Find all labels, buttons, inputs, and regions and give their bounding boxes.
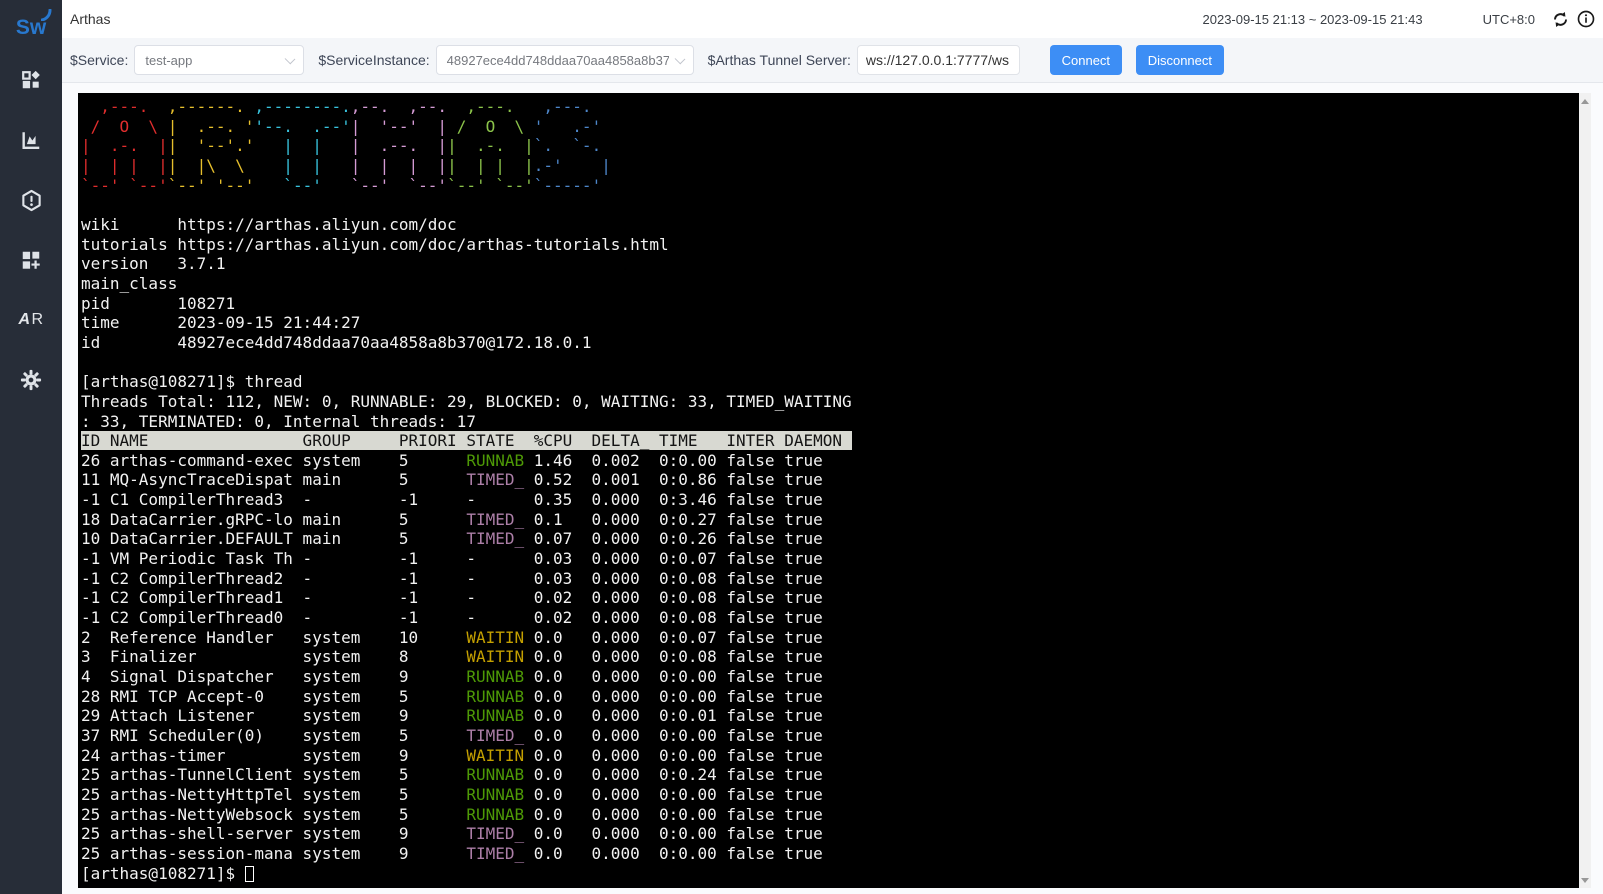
time-range[interactable]: 2023-09-15 21:13 ~ 2023-09-15 21:43 bbox=[1203, 12, 1423, 27]
terminal-line: 26 arthas-command-exec system 5 RUNNAB 1… bbox=[81, 451, 1579, 471]
tunnel-server-label: $Arthas Tunnel Server: bbox=[708, 52, 851, 68]
timezone-label[interactable]: UTC+8:0 bbox=[1483, 12, 1535, 27]
triangle-down-icon bbox=[1581, 878, 1589, 883]
terminal-line: 25 arthas-TunnelClient system 5 RUNNAB 0… bbox=[81, 765, 1579, 785]
service-label: $Service: bbox=[70, 52, 128, 68]
refresh-icon bbox=[1551, 10, 1570, 29]
tunnel-server-input[interactable] bbox=[857, 45, 1020, 75]
page-title: Arthas bbox=[62, 11, 110, 27]
terminal-line: 25 arthas-shell-server system 9 TIMED_ 0… bbox=[81, 824, 1579, 844]
terminal-line: 25 arthas-NettyWebsock system 5 RUNNAB 0… bbox=[81, 805, 1579, 825]
terminal-line: 37 RMI Scheduler(0) system 5 TIMED_ 0.0 … bbox=[81, 726, 1579, 746]
widgets-icon bbox=[20, 249, 42, 271]
terminal-line bbox=[81, 353, 1579, 373]
terminal-line: 18 DataCarrier.gRPC-lo main 5 TIMED_ 0.1… bbox=[81, 510, 1579, 530]
terminal-line: 29 Attach Listener system 9 RUNNAB 0.0 0… bbox=[81, 706, 1579, 726]
main-content: ,---. ,------. ,--------.,--. ,--. ,---.… bbox=[62, 83, 1603, 894]
settings-gear-icon bbox=[20, 369, 42, 391]
terminal-line: 4 Signal Dispatcher system 9 RUNNAB 0.0 … bbox=[81, 667, 1579, 687]
sidebar-item-arthas[interactable]: AR bbox=[0, 300, 62, 340]
terminal-line: 24 arthas-timer system 9 WAITIN 0.0 0.00… bbox=[81, 746, 1579, 766]
terminal-line: wiki https://arthas.aliyun.com/doc bbox=[81, 215, 1579, 235]
skywalking-logo[interactable]: Sw bbox=[0, 0, 62, 56]
alert-icon bbox=[20, 189, 43, 212]
terminal-line: / O \ | .--. ''--. .--'| '--' | / O \ ' … bbox=[81, 117, 1579, 137]
logo-swoosh-icon bbox=[41, 9, 53, 21]
info-icon bbox=[1577, 10, 1595, 28]
terminal-line: Threads Total: 112, NEW: 0, RUNNABLE: 29… bbox=[81, 392, 1579, 412]
sidebar-item-dashboard[interactable] bbox=[0, 60, 62, 100]
topbar-right: 2023-09-15 21:13 ~ 2023-09-15 21:43 UTC+… bbox=[1203, 0, 1598, 38]
terminal-line: 10 DataCarrier.DEFAULT main 5 TIMED_ 0.0… bbox=[81, 529, 1579, 549]
service-select[interactable]: test-app bbox=[134, 45, 304, 75]
chevron-down-icon bbox=[285, 54, 296, 65]
terminal-line: 2 Reference Handler system 10 WAITIN 0.0… bbox=[81, 628, 1579, 648]
app-root: Sw bbox=[0, 0, 1603, 894]
terminal-cursor bbox=[245, 866, 254, 882]
terminal-line: main_class bbox=[81, 274, 1579, 294]
terminal[interactable]: ,---. ,------. ,--------.,--. ,--. ,---.… bbox=[78, 93, 1579, 888]
instance-label: $ServiceInstance: bbox=[318, 52, 429, 68]
info-button[interactable] bbox=[1575, 8, 1597, 30]
terminal-line: ID NAME GROUP PRIORI STATE %CPU DELTA_ T… bbox=[81, 431, 1579, 451]
top-bar: Arthas 2023-09-15 21:13 ~ 2023-09-15 21:… bbox=[62, 0, 1603, 38]
scroll-up-button[interactable] bbox=[1579, 93, 1591, 109]
terminal-line: [arthas@108271]$ thread bbox=[81, 372, 1579, 392]
sidebar-nav: AR bbox=[0, 60, 62, 420]
terminal-line: 3 Finalizer system 8 WAITIN 0.0 0.000 0:… bbox=[81, 647, 1579, 667]
chevron-down-icon bbox=[674, 54, 685, 65]
terminal-line: time 2023-09-15 21:44:27 bbox=[81, 313, 1579, 333]
terminal-line: id 48927ece4dd748ddaa70aa4858a8b370@172.… bbox=[81, 333, 1579, 353]
refresh-button[interactable] bbox=[1549, 8, 1571, 30]
terminal-line: -1 C2 CompilerThread0 - -1 - 0.02 0.000 … bbox=[81, 608, 1579, 628]
dashboard-icon bbox=[20, 69, 42, 91]
service-value: test-app bbox=[145, 53, 192, 68]
terminal-line: `--' `--'`--' '--' `--' `--' `--'`--' `-… bbox=[81, 176, 1579, 196]
chart-icon bbox=[20, 129, 42, 151]
terminal-line bbox=[81, 195, 1579, 215]
disconnect-button[interactable]: Disconnect bbox=[1136, 45, 1224, 75]
instance-select[interactable]: 48927ece4dd748ddaa70aa4858a8b370( bbox=[436, 45, 694, 75]
terminal-line: version 3.7.1 bbox=[81, 254, 1579, 274]
arthas-icon: AR bbox=[18, 311, 43, 329]
terminal-line: [arthas@108271]$ bbox=[81, 864, 1579, 884]
terminal-line: 25 arthas-session-mana system 9 TIMED_ 0… bbox=[81, 844, 1579, 864]
terminal-line: -1 C2 CompilerThread1 - -1 - 0.02 0.000 … bbox=[81, 588, 1579, 608]
sidebar-item-widgets[interactable] bbox=[0, 240, 62, 280]
sidebar: Sw bbox=[0, 0, 62, 894]
terminal-line: : 33, TERMINATED: 0, Internal threads: 1… bbox=[81, 412, 1579, 432]
connect-button[interactable]: Connect bbox=[1050, 45, 1122, 75]
terminal-line: 25 arthas-NettyHttpTel system 5 RUNNAB 0… bbox=[81, 785, 1579, 805]
terminal-scrollbar[interactable] bbox=[1579, 93, 1591, 888]
sidebar-item-settings[interactable] bbox=[0, 360, 62, 400]
scroll-down-button[interactable] bbox=[1579, 872, 1591, 888]
terminal-line: 11 MQ-AsyncTraceDispat main 5 TIMED_ 0.5… bbox=[81, 470, 1579, 490]
terminal-line: -1 C1 CompilerThread3 - -1 - 0.35 0.000 … bbox=[81, 490, 1579, 510]
toolbar: $Service: test-app $ServiceInstance: 489… bbox=[62, 38, 1603, 83]
terminal-line: -1 C2 CompilerThread2 - -1 - 0.03 0.000 … bbox=[81, 569, 1579, 589]
terminal-line: 28 RMI TCP Accept-0 system 5 RUNNAB 0.0 … bbox=[81, 687, 1579, 707]
triangle-up-icon bbox=[1581, 99, 1589, 104]
terminal-line: | | | || |\ \ | | | | | || | | |.-' | bbox=[81, 156, 1579, 176]
terminal-line: tutorials https://arthas.aliyun.com/doc/… bbox=[81, 235, 1579, 255]
terminal-line: pid 108271 bbox=[81, 294, 1579, 314]
sidebar-item-metrics[interactable] bbox=[0, 120, 62, 160]
terminal-line: ,---. ,------. ,--------.,--. ,--. ,---.… bbox=[81, 97, 1579, 117]
terminal-line: -1 VM Periodic Task Th - -1 - 0.03 0.000… bbox=[81, 549, 1579, 569]
instance-value: 48927ece4dd748ddaa70aa4858a8b370( bbox=[447, 53, 669, 68]
sidebar-item-alerting[interactable] bbox=[0, 180, 62, 220]
terminal-line: | .-. || '--'.' | | | .--. || .-. |`. `-… bbox=[81, 136, 1579, 156]
